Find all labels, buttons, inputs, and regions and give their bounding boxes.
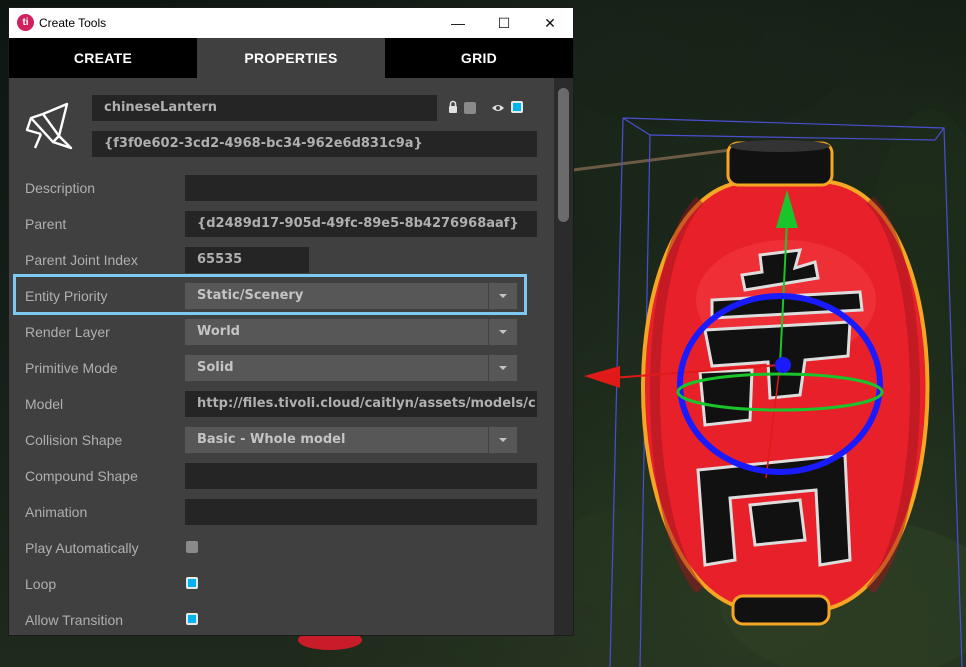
chevron-down-icon[interactable] xyxy=(488,319,517,345)
parent-input[interactable]: {d2489d17-905d-49fc-89e5-8b4276968aaf} xyxy=(185,211,537,237)
lock-icon[interactable] xyxy=(446,100,460,114)
tab-create[interactable]: CREATE xyxy=(9,38,197,78)
minimize-button[interactable]: — xyxy=(435,8,481,38)
title-bar[interactable]: ti Create Tools — ☐ ✕ xyxy=(9,8,573,38)
render-layer-value: World xyxy=(197,324,240,339)
parent-joint-index-label: Parent Joint Index xyxy=(25,252,138,268)
compound-shape-label: Compound Shape xyxy=(25,468,138,484)
visible-checkbox[interactable] xyxy=(511,101,523,113)
tab-bar: CREATE PROPERTIES GRID xyxy=(9,38,573,78)
render-layer-label: Render Layer xyxy=(25,324,110,340)
close-icon: ✕ xyxy=(544,14,556,31)
create-tools-window: ti Create Tools — ☐ ✕ CREATE PROPERTIES … xyxy=(9,8,573,635)
eye-icon xyxy=(492,105,504,111)
maximize-icon: ☐ xyxy=(497,14,511,31)
locked-checkbox[interactable] xyxy=(464,102,476,114)
tivoli-app-icon: ti xyxy=(17,14,34,31)
chevron-down-icon[interactable] xyxy=(488,283,517,309)
collision-shape-dropdown[interactable]: Basic - Whole model xyxy=(185,427,517,453)
scrollbar-thumb[interactable] xyxy=(558,88,569,222)
play-automatically-checkbox[interactable] xyxy=(186,541,198,553)
allow-transition-checkbox[interactable] xyxy=(186,613,198,625)
description-label: Description xyxy=(25,180,96,196)
description-input[interactable] xyxy=(185,175,537,201)
tab-grid[interactable]: GRID xyxy=(385,38,573,78)
animation-input[interactable] xyxy=(185,499,537,525)
animation-label: Animation xyxy=(25,504,88,520)
close-button[interactable]: ✕ xyxy=(527,8,573,38)
origami-bird-icon xyxy=(25,102,73,150)
play-automatically-label: Play Automatically xyxy=(25,540,139,556)
parent-label: Parent xyxy=(25,216,67,232)
collision-shape-value: Basic - Whole model xyxy=(197,432,346,447)
tab-properties[interactable]: PROPERTIES xyxy=(197,38,385,78)
primitive-mode-label: Primitive Mode xyxy=(25,360,118,376)
minimize-icon: — xyxy=(451,15,465,31)
rope xyxy=(572,148,731,172)
chevron-down-icon[interactable] xyxy=(488,427,517,453)
primitive-mode-value: Solid xyxy=(197,360,234,375)
entity-priority-dropdown[interactable]: Static/Scenery xyxy=(185,283,517,309)
entity-priority-label: Entity Priority xyxy=(25,288,108,304)
collision-shape-label: Collision Shape xyxy=(25,432,123,448)
render-layer-dropdown[interactable]: World xyxy=(185,319,517,345)
entity-name-input[interactable]: chineseLantern xyxy=(92,95,437,121)
compound-shape-input[interactable] xyxy=(185,463,537,489)
entity-priority-value: Static/Scenery xyxy=(197,288,304,303)
parent-joint-index-input[interactable]: 65535 xyxy=(185,247,309,273)
loop-label: Loop xyxy=(25,576,57,592)
primitive-mode-dropdown[interactable]: Solid xyxy=(185,355,517,381)
entity-id-field[interactable]: {f3f0e602-3cd2-4968-bc34-962e6d831c9a} xyxy=(92,131,537,157)
maximize-button[interactable]: ☐ xyxy=(481,8,527,38)
allow-transition-label: Allow Transition xyxy=(25,612,124,628)
model-label: Model xyxy=(25,396,64,412)
model-url-input[interactable]: http://files.tivoli.cloud/caitlyn/assets… xyxy=(185,391,537,417)
properties-panel: chineseLantern {f3f0e602-3cd2-4968-bc34-… xyxy=(9,78,553,635)
window-title: Create Tools xyxy=(39,16,107,30)
loop-checkbox[interactable] xyxy=(186,577,198,589)
chevron-down-icon[interactable] xyxy=(488,355,517,381)
